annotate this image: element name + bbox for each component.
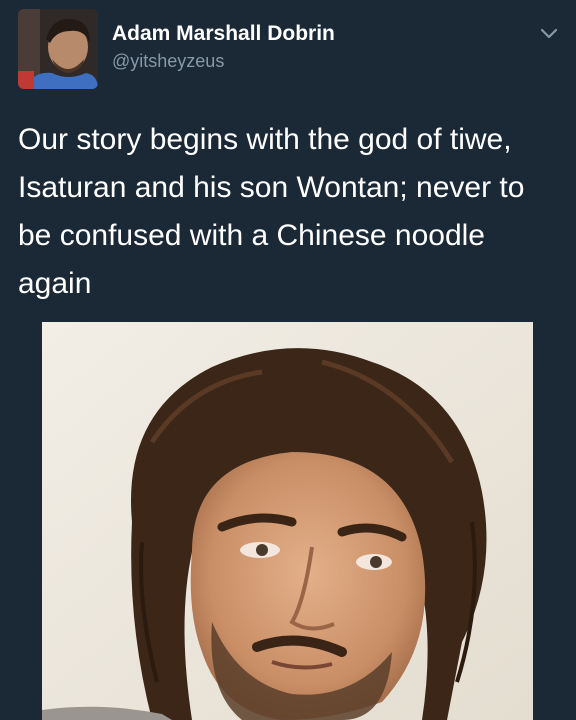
selfie-photo bbox=[42, 322, 533, 720]
author-avatar[interactable] bbox=[18, 9, 98, 89]
tweet-media-photo[interactable] bbox=[42, 322, 533, 720]
tweet-card[interactable]: Adam Marshall Dobrin @yitsheyzeus Our st… bbox=[0, 0, 576, 720]
chevron-down-icon[interactable] bbox=[538, 24, 560, 42]
avatar-image bbox=[18, 9, 98, 89]
author-name[interactable]: Adam Marshall Dobrin bbox=[112, 22, 335, 46]
author-handle[interactable]: @yitsheyzeus bbox=[112, 51, 224, 72]
tweet-text: Our story begins with the god of tiwe, I… bbox=[18, 123, 525, 300]
